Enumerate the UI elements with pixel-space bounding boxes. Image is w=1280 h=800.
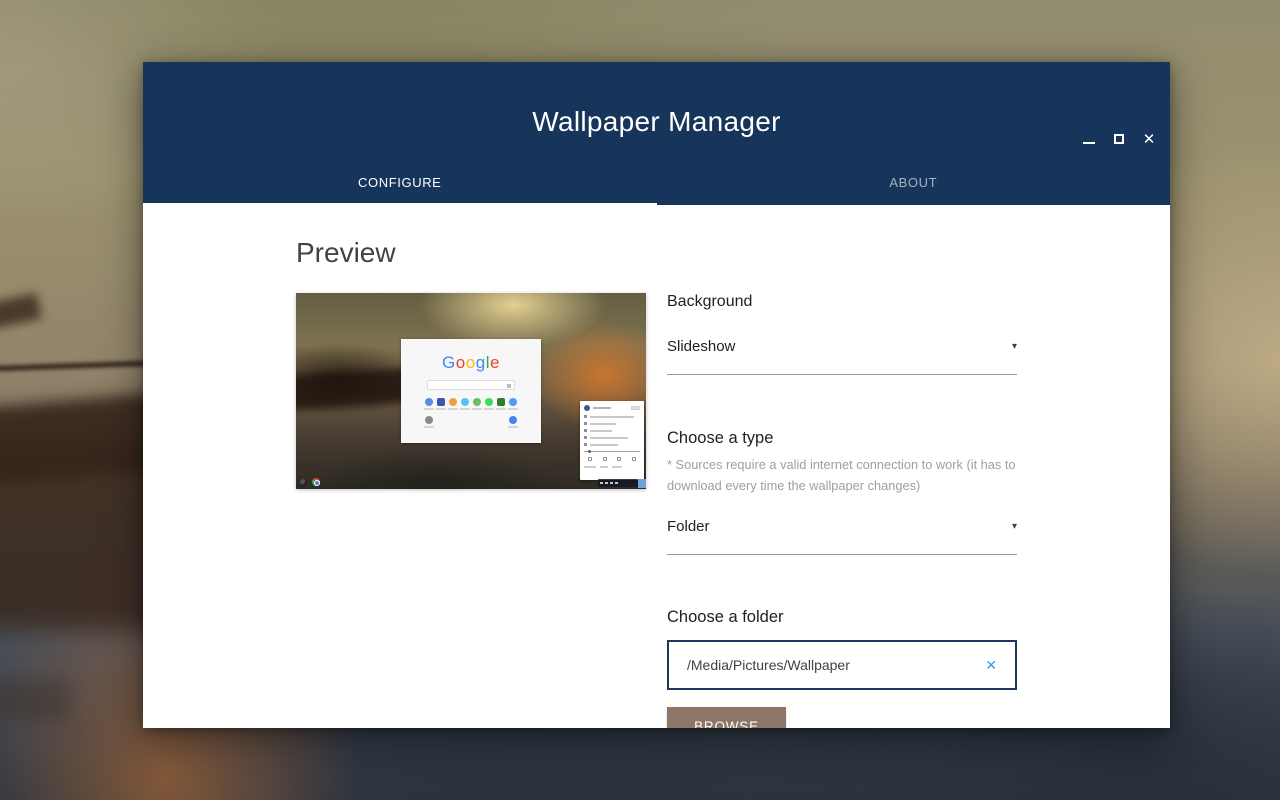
folder-path-field: ✕	[667, 640, 1017, 690]
settings-column: Background Slideshow ▾ Choose a type * S…	[667, 293, 1017, 728]
preview-search-bar	[427, 380, 515, 390]
clear-icon[interactable]: ✕	[981, 655, 1001, 676]
type-note: * Sources require a valid internet conne…	[667, 457, 1016, 493]
configure-panel: Preview Google Background Slideshow ▾ Ch…	[143, 205, 1170, 728]
type-select[interactable]: Folder ▾	[667, 518, 1017, 555]
folder-heading: Choose a folder	[667, 608, 784, 626]
chevron-down-icon: ▾	[1011, 341, 1017, 352]
google-logo: Google	[442, 353, 500, 372]
background-select[interactable]: Slideshow ▾	[667, 338, 1017, 375]
background-label: Background	[667, 293, 753, 310]
preview-notification-icon	[638, 479, 646, 488]
preview-avatar	[584, 405, 590, 411]
preview-app-grid	[423, 398, 519, 428]
wallpaper-silhouette	[0, 680, 70, 720]
preview-launcher-icon	[300, 479, 307, 486]
browse-button[interactable]: BROWSE	[667, 707, 786, 728]
titlebar: ✕ Wallpaper Manager CONFIGURE ABOUT	[143, 62, 1170, 205]
wallpaper-preview-image: Google	[296, 293, 646, 489]
chevron-down-icon: ▾	[1011, 521, 1017, 532]
tab-configure[interactable]: CONFIGURE	[143, 159, 657, 205]
wallpaper-manager-window: ✕ Wallpaper Manager CONFIGURE ABOUT Prev…	[143, 62, 1170, 728]
page-title: Preview	[296, 237, 396, 268]
type-select-value: Folder	[667, 518, 710, 535]
tab-about[interactable]: ABOUT	[657, 159, 1171, 205]
active-tab-indicator	[143, 203, 657, 205]
type-heading: Choose a type	[667, 429, 774, 447]
preview-chrome-icon	[312, 478, 320, 486]
tab-bar: CONFIGURE ABOUT	[143, 159, 1170, 205]
wallpaper-silhouette	[0, 293, 42, 333]
preview-system-tray-popup	[580, 401, 644, 480]
preview-chrome-window: Google	[401, 339, 541, 443]
background-select-value: Slideshow	[667, 338, 736, 355]
folder-path-input[interactable]	[687, 657, 982, 673]
window-title: Wallpaper Manager	[532, 106, 781, 137]
preview-status-tray	[598, 479, 638, 487]
